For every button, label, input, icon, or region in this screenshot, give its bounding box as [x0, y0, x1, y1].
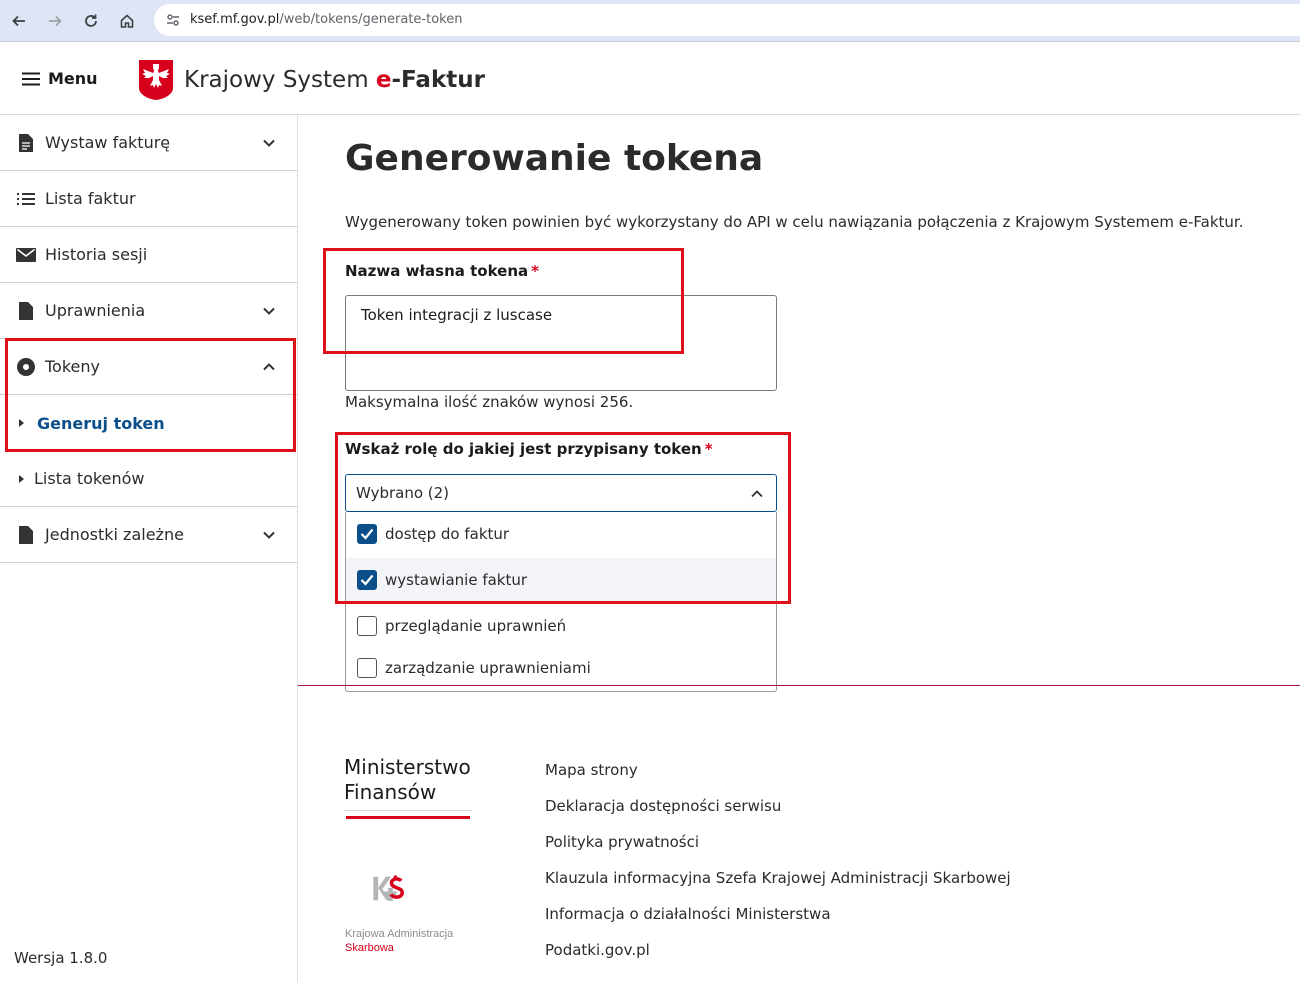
- menu-button[interactable]: Menu: [22, 69, 98, 88]
- role-options-list: dostęp do faktur wystawianie faktur prze…: [345, 512, 777, 692]
- footer-link-informacja-o-dzialalnosci[interactable]: Informacja o działalności Ministerstwa: [545, 905, 831, 923]
- footer-link-mapa-strony[interactable]: Mapa strony: [545, 761, 638, 779]
- role-selected-value: Wybrano (2): [356, 484, 450, 502]
- version-label: Wersja 1.8.0: [14, 949, 108, 967]
- kas-logo-text-line1: Krajowa Administracja: [345, 928, 454, 940]
- forward-arrow-icon[interactable]: [43, 9, 67, 33]
- mf-logo-rule: [344, 810, 472, 811]
- sidebar-item-wystaw-fakture[interactable]: Wystaw fakturę: [0, 115, 297, 171]
- url-text: ksef.mf.gov.pl/web/tokens/generate-token: [190, 12, 463, 27]
- hamburger-icon: [22, 72, 40, 85]
- chevron-down-icon: [263, 139, 275, 147]
- role-option-dostep-do-faktur[interactable]: dostęp do faktur: [346, 512, 776, 556]
- role-option-label: zarządzanie uprawnieniami: [385, 659, 591, 677]
- role-option-label: przeglądanie uprawnień: [385, 617, 567, 635]
- document-icon: [16, 133, 36, 153]
- browser-toolbar: ksef.mf.gov.pl/web/tokens/generate-token: [0, 0, 1300, 42]
- sidebar-subitem-generuj-token[interactable]: Generuj token: [0, 395, 297, 451]
- address-bar[interactable]: ksef.mf.gov.pl/web/tokens/generate-token: [154, 4, 1300, 36]
- role-option-label: dostęp do faktur: [385, 525, 510, 543]
- kas-logo-text-line2: Skarbowa: [345, 942, 394, 954]
- sidebar-item-uprawnienia[interactable]: Uprawnienia: [0, 283, 297, 339]
- sidebar-subitem-label: Lista tokenów: [34, 469, 145, 488]
- menu-label: Menu: [48, 69, 98, 88]
- role-option-zarzadzanie-uprawnieniami[interactable]: zarządzanie uprawnieniami: [346, 646, 776, 690]
- app-header: Menu Krajowy System e-Faktur: [0, 43, 1300, 115]
- footer-divider: [298, 685, 1300, 686]
- eagle-emblem-icon: [139, 60, 173, 100]
- chevron-up-icon: [263, 362, 275, 370]
- footer-link-podatki-gov-pl[interactable]: Podatki.gov.pl: [545, 941, 650, 959]
- brand-logo-link[interactable]: Krajowy System e-Faktur: [138, 59, 485, 101]
- sidebar-item-label: Lista faktur: [45, 189, 136, 208]
- sidebar-item-tokeny[interactable]: Tokeny: [0, 339, 297, 395]
- kas-logo-icon[interactable]: [344, 875, 484, 925]
- role-option-label: wystawianie faktur: [385, 571, 528, 589]
- token-icon: [16, 357, 36, 377]
- sidebar-item-jednostki-zalezne[interactable]: Jednostki zależne: [0, 507, 297, 563]
- max-length-hint: Maksymalna ilość znaków wynosi 256.: [345, 393, 634, 411]
- required-mark: *: [704, 440, 713, 458]
- sidebar-item-lista-faktur[interactable]: Lista faktur: [0, 171, 297, 227]
- footer-link-klauzula-informacyjna[interactable]: Klauzula informacyjna Szefa Krajowej Adm…: [545, 869, 1011, 887]
- token-name-textarea[interactable]: Token integracji z luscase: [345, 295, 777, 391]
- footer-link-polityka-prywatnosci[interactable]: Polityka prywatności: [545, 833, 699, 851]
- chevron-down-icon: [263, 307, 275, 315]
- document-icon: [16, 525, 36, 545]
- bullet-icon: [19, 474, 24, 483]
- sidebar-item-label: Uprawnienia: [45, 301, 146, 320]
- sidebar-subitem-label: Generuj token: [37, 413, 165, 433]
- document-icon: [16, 301, 36, 321]
- page-description: Wygenerowany token powinien być wykorzys…: [345, 213, 1244, 231]
- checkbox-unchecked[interactable]: [357, 616, 377, 636]
- bullet-icon: [19, 419, 24, 427]
- list-icon: [16, 189, 36, 209]
- reload-icon[interactable]: [79, 9, 103, 33]
- sidebar-item-label: Jednostki zależne: [45, 525, 184, 544]
- sidebar-nav: Wystaw fakturę Lista faktur Historia ses…: [0, 115, 298, 982]
- mf-logo-line1: Ministerstwo: [344, 755, 471, 779]
- role-option-przegladanie-uprawnien[interactable]: przeglądanie uprawnień: [346, 604, 776, 648]
- home-icon[interactable]: [115, 9, 139, 33]
- sidebar-item-label: Wystaw fakturę: [45, 133, 171, 152]
- sidebar-item-label: Tokeny: [45, 357, 100, 376]
- required-mark: *: [531, 262, 539, 280]
- checkbox-checked[interactable]: [357, 570, 377, 590]
- token-name-label: Nazwa własna tokena *: [345, 262, 539, 280]
- sidebar-subitem-lista-tokenow[interactable]: Lista tokenów: [0, 451, 297, 507]
- mf-logo-line2: Finansów: [344, 780, 437, 804]
- checkbox-unchecked[interactable]: [357, 658, 377, 678]
- footer-link-deklaracja-dostepnosci[interactable]: Deklaracja dostępności serwisu: [545, 797, 781, 815]
- sidebar-item-label: Historia sesji: [45, 245, 148, 264]
- chevron-up-icon: [751, 490, 763, 498]
- site-settings-icon[interactable]: [166, 13, 180, 32]
- back-arrow-icon[interactable]: [7, 9, 31, 33]
- role-multiselect[interactable]: Wybrano (2): [345, 474, 777, 512]
- ministry-of-finance-logo[interactable]: Ministerstwo Finansów: [344, 755, 471, 805]
- mf-logo-red-rule: [346, 816, 470, 819]
- brand-title: Krajowy System e-Faktur: [184, 67, 485, 93]
- mail-icon: [16, 245, 36, 265]
- page-title: Generowanie tokena: [345, 138, 764, 179]
- chevron-down-icon: [263, 531, 275, 539]
- role-option-wystawianie-faktur[interactable]: wystawianie faktur: [346, 558, 776, 602]
- sidebar-item-historia-sesji[interactable]: Historia sesji: [0, 227, 297, 283]
- checkbox-checked[interactable]: [357, 524, 377, 544]
- role-label: Wskaż rolę do jakiej jest przypisany tok…: [345, 440, 713, 458]
